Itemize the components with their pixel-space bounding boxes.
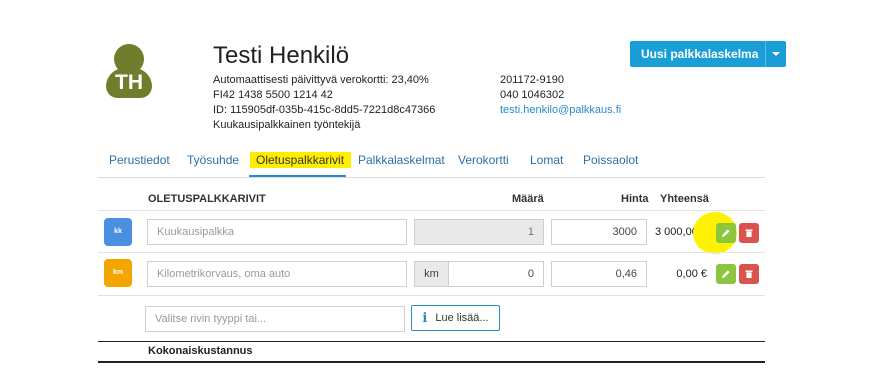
email-link[interactable]: testi.henkilo@palkkaus.fi (500, 104, 621, 116)
tab-label: Poissaolot (583, 153, 639, 167)
row-divider (98, 295, 765, 296)
phone-number: 040 1046302 (500, 89, 565, 101)
caret-down-icon (772, 52, 781, 56)
trash-icon (745, 270, 753, 278)
column-header-quantity: Määrä (512, 193, 544, 205)
read-more-button[interactable]: i Lue lisää... (411, 305, 500, 331)
tab-perustiedot[interactable]: Perustiedot (109, 153, 170, 168)
tab-label: Perustiedot (109, 153, 170, 167)
row-quantity-input[interactable]: 0 (448, 261, 544, 287)
personal-id-number: 201172-9190 (500, 74, 565, 86)
bank-account: FI42 1438 5500 1214 42 (213, 89, 333, 101)
row-total: 0,00 € (676, 268, 707, 280)
employee-id: ID: 115905df-035b-415c-8dd5-7221d8c47366 (213, 104, 436, 116)
row-divider (98, 252, 765, 253)
trash-icon (745, 229, 753, 237)
tab-verokortti[interactable]: Verokortti (458, 153, 509, 168)
tab-lomat[interactable]: Lomat (530, 153, 563, 168)
read-more-label: Lue lisää... (435, 312, 489, 324)
employee-details-left: Automaattisesti päivittyvä verokortti: 2… (213, 73, 435, 133)
delete-row-button[interactable] (739, 264, 759, 284)
total-bottom-border (98, 361, 765, 363)
column-header-total: Yhteensä (660, 193, 709, 205)
header-divider (98, 210, 765, 211)
tab-bar: Perustiedot Työsuhde Oletuspalkkarivit P… (98, 150, 765, 178)
tax-card-info: Automaattisesti päivittyvä verokortti: 2… (213, 74, 429, 86)
row-price-input[interactable]: 0,46 (551, 261, 647, 287)
row-price-input[interactable]: 3000 (551, 219, 647, 245)
tab-palkkalaskelmat[interactable]: Palkkalaskelmat (358, 153, 445, 168)
total-divider (98, 341, 765, 342)
new-payroll-split-button: Uusi palkkalaskelma (630, 41, 787, 67)
row-unit-addon: km (414, 261, 449, 287)
tab-label: Lomat (530, 153, 564, 167)
active-tab-underline (249, 175, 346, 177)
total-cost-label: Kokonaiskustannus (148, 345, 253, 357)
avatar: TH (106, 44, 152, 98)
avatar-initials: TH (115, 71, 143, 94)
column-header-price: Hinta (621, 193, 649, 205)
employee-details-right: 201172-9190 040 1046302 testi.henkilo@pa… (500, 73, 621, 118)
employee-name: Testi Henkilö (213, 42, 350, 69)
new-payroll-dropdown-toggle[interactable] (765, 41, 787, 67)
new-payroll-button[interactable]: Uusi palkkalaskelma (630, 41, 766, 67)
pencil-icon (722, 229, 730, 237)
tab-tyosuhde[interactable]: Työsuhde (187, 153, 239, 168)
tab-oletuspalkkarivit[interactable]: Oletuspalkkarivit (250, 152, 352, 168)
edit-row-button[interactable] (716, 264, 736, 284)
row-type-select-input[interactable]: Valitse rivin tyyppi tai... (145, 306, 405, 332)
row-description-input[interactable]: Kuukausipalkka (147, 219, 407, 245)
column-header-description: OLETUSPALKKARIVIT (148, 193, 266, 205)
pencil-icon (722, 270, 730, 278)
row-type-badge: kk (104, 218, 132, 246)
edit-row-button[interactable] (716, 223, 736, 243)
tab-poissaolot[interactable]: Poissaolot (583, 153, 638, 168)
tab-label: Oletuspalkkarivit (256, 153, 345, 167)
delete-row-button[interactable] (739, 223, 759, 243)
tab-label: Työsuhde (187, 153, 240, 167)
row-description-input[interactable]: Kilometrikorvaus, oma auto (147, 261, 407, 287)
info-icon: i (422, 310, 428, 326)
tab-label: Verokortti (458, 153, 509, 167)
row-quantity-input: 1 (414, 219, 544, 245)
row-type-badge: km (104, 259, 132, 287)
tab-label: Palkkalaskelmat (358, 153, 445, 167)
employment-type: Kuukausipalkkainen työntekijä (213, 119, 361, 131)
